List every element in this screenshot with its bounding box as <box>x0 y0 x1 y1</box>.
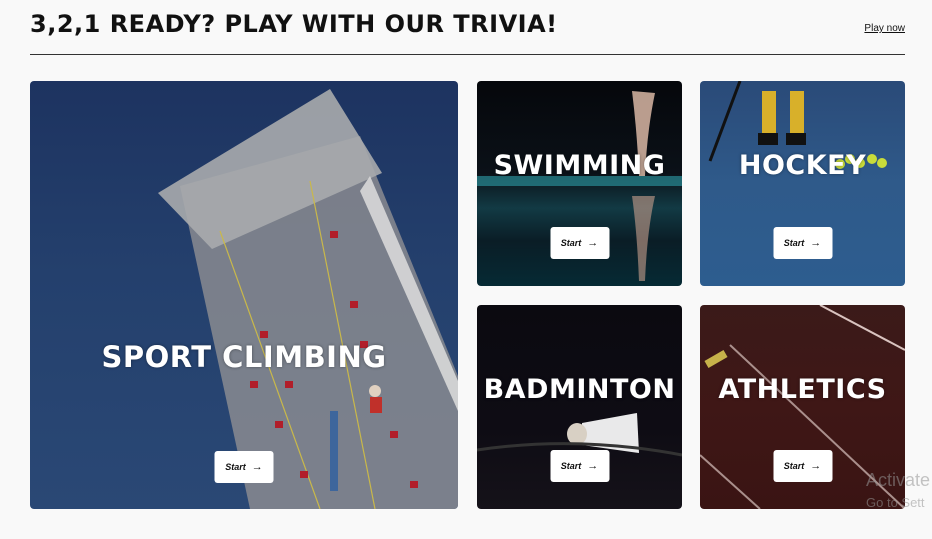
card-title: SWIMMING <box>493 150 666 181</box>
start-label: Start <box>783 238 805 248</box>
activate-windows-watermark: Activate <box>866 470 931 490</box>
start-label: Start <box>560 461 582 471</box>
start-label: Start <box>783 461 805 471</box>
trivia-header: 3,2,1 READY? PLAY WITH OUR TRIVIA! Play … <box>30 6 905 55</box>
arrow-right-icon: → <box>810 460 822 472</box>
trivia-card-sport-climbing[interactable]: SPORT CLIMBING Start → <box>30 81 458 509</box>
arrow-right-icon: → <box>587 237 599 249</box>
card-title: ATHLETICS <box>718 374 887 405</box>
start-label: Start <box>225 462 246 472</box>
arrow-right-icon: → <box>810 237 822 249</box>
start-button[interactable]: Start → <box>214 451 274 483</box>
go-to-settings-watermark: Go to Sett <box>866 495 925 510</box>
sport-climbing-image <box>30 81 458 509</box>
start-button[interactable]: Start → <box>773 227 832 259</box>
trivia-card-swimming[interactable]: SWIMMING Start → <box>477 81 682 286</box>
trivia-card-badminton[interactable]: BADMINTON Start → <box>477 305 682 509</box>
trivia-card-hockey[interactable]: HOCKEY Start → <box>700 81 905 286</box>
card-title: SPORT CLIMBING <box>101 340 387 374</box>
start-button[interactable]: Start → <box>550 227 609 259</box>
arrow-right-icon: → <box>251 461 263 473</box>
page-title: 3,2,1 READY? PLAY WITH OUR TRIVIA! <box>30 10 558 38</box>
card-title: HOCKEY <box>738 150 867 181</box>
start-button[interactable]: Start → <box>550 450 609 482</box>
play-now-link[interactable]: Play now <box>864 23 905 34</box>
climbing-wall-image <box>158 89 458 509</box>
start-button[interactable]: Start → <box>773 450 832 482</box>
start-label: Start <box>560 238 582 248</box>
arrow-right-icon: → <box>587 460 599 472</box>
card-title: BADMINTON <box>483 374 676 405</box>
